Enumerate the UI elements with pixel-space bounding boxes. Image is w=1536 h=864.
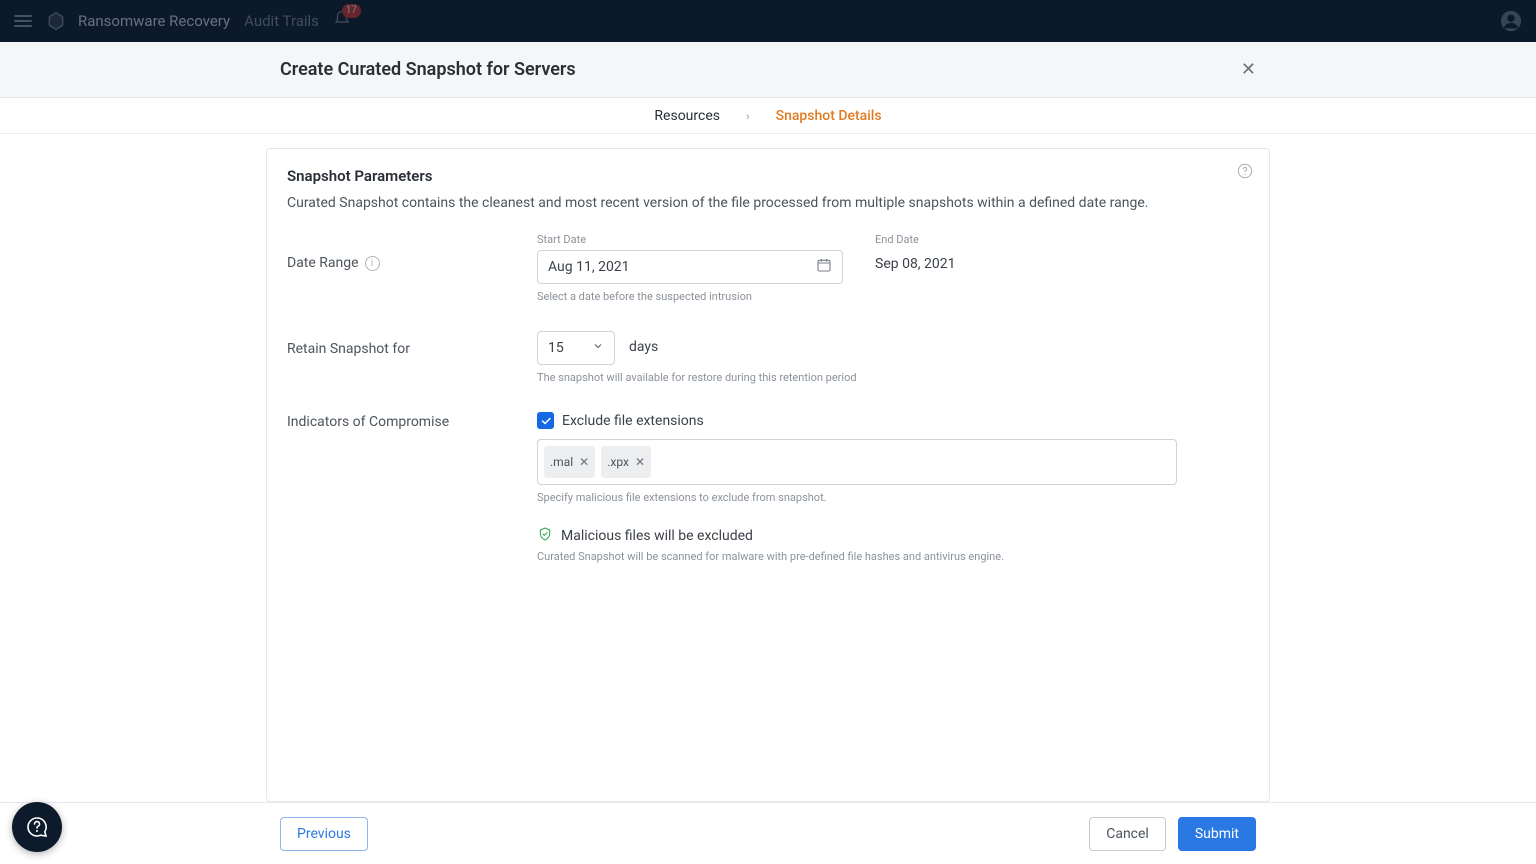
malicious-excluded-hint: Curated Snapshot will be scanned for mal… xyxy=(537,550,1249,563)
extension-tag-label: .mal xyxy=(550,455,573,469)
modal-footer: Previous Cancel Submit xyxy=(0,802,1536,864)
panel-title: Snapshot Parameters xyxy=(287,167,1249,185)
calendar-icon xyxy=(816,257,832,277)
panel-description: Curated Snapshot contains the cleanest a… xyxy=(287,195,1249,211)
previous-button[interactable]: Previous xyxy=(280,817,368,851)
retain-days-value: 15 xyxy=(548,340,564,356)
retain-unit: days xyxy=(629,339,658,355)
modal-title: Create Curated Snapshot for Servers xyxy=(280,59,576,80)
cancel-button[interactable]: Cancel xyxy=(1089,817,1166,851)
start-date-label: Start Date xyxy=(537,233,843,246)
retain-label: Retain Snapshot for xyxy=(287,341,410,357)
chevron-down-icon xyxy=(592,340,604,356)
wizard-steps: Resources › Snapshot Details xyxy=(0,98,1536,134)
help-chat-button[interactable] xyxy=(12,802,62,852)
start-date-hint: Select a date before the suspected intru… xyxy=(537,290,843,303)
row-date-range: Date Range i Start Date Aug 11, 2021 Sel… xyxy=(287,233,1249,303)
extensions-hint: Specify malicious file extensions to exc… xyxy=(537,491,1249,504)
ioc-label: Indicators of Compromise xyxy=(287,414,449,430)
exclude-extensions-checkbox[interactable] xyxy=(537,412,554,429)
modal-header: Create Curated Snapshot for Servers ✕ xyxy=(0,42,1536,98)
end-date-label: End Date xyxy=(875,233,956,246)
row-ioc: Indicators of Compromise Exclude file ex… xyxy=(287,412,1249,563)
modal-content: Snapshot Parameters Curated Snapshot con… xyxy=(0,134,1536,802)
extension-tag: .mal ✕ xyxy=(544,446,595,478)
modal-overlay: Create Curated Snapshot for Servers ✕ Re… xyxy=(0,0,1536,864)
submit-button[interactable]: Submit xyxy=(1178,817,1256,851)
extensions-tags-input[interactable]: .mal ✕ .xpx ✕ xyxy=(537,439,1177,485)
wizard-step-snapshot-details[interactable]: Snapshot Details xyxy=(776,108,882,124)
retain-hint: The snapshot will available for restore … xyxy=(537,371,1249,384)
close-icon[interactable]: ✕ xyxy=(1241,59,1256,80)
date-range-label: Date Range xyxy=(287,255,359,271)
remove-tag-icon[interactable]: ✕ xyxy=(579,456,589,468)
start-date-input[interactable]: Aug 11, 2021 xyxy=(537,250,843,284)
extension-tag-label: .xpx xyxy=(607,455,629,469)
remove-tag-icon[interactable]: ✕ xyxy=(635,456,645,468)
retain-days-select[interactable]: 15 xyxy=(537,331,615,365)
shield-check-icon xyxy=(537,526,553,546)
malicious-excluded-text: Malicious files will be excluded xyxy=(561,528,753,544)
help-icon[interactable] xyxy=(1237,163,1253,183)
end-date-value: Sep 08, 2021 xyxy=(875,250,956,272)
start-date-value: Aug 11, 2021 xyxy=(548,259,630,275)
wizard-step-resources[interactable]: Resources xyxy=(654,108,720,124)
info-icon[interactable]: i xyxy=(365,256,380,271)
snapshot-parameters-panel: Snapshot Parameters Curated Snapshot con… xyxy=(266,148,1270,802)
row-retain-snapshot: Retain Snapshot for 15 days The snapshot… xyxy=(287,331,1249,384)
extension-tag: .xpx ✕ xyxy=(601,446,651,478)
chevron-right-icon: › xyxy=(746,109,750,123)
exclude-extensions-label: Exclude file extensions xyxy=(562,413,704,429)
